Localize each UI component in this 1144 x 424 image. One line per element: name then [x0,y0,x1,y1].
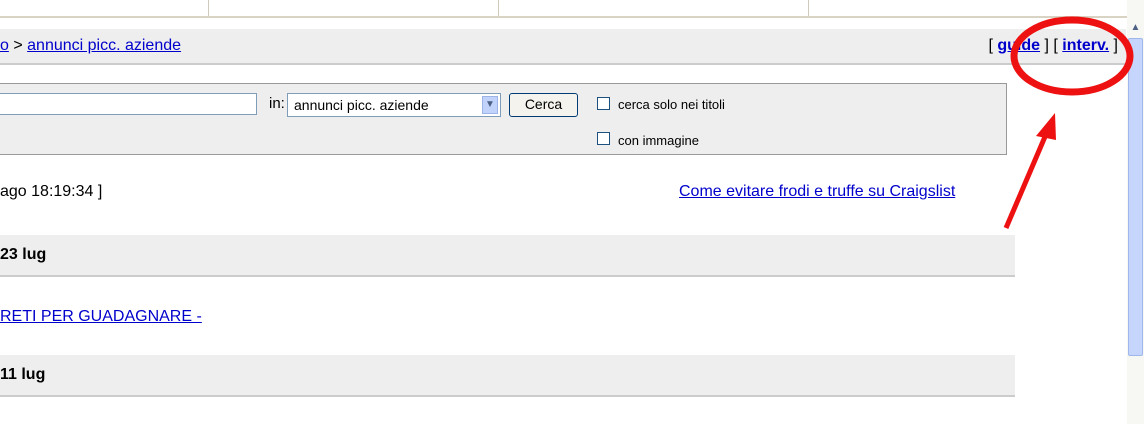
highlight-circle [1010,16,1134,96]
pointer-arrow-line [1003,131,1050,229]
annotation-overlay [1003,16,1134,229]
pointer-arrow-head [1036,113,1056,140]
